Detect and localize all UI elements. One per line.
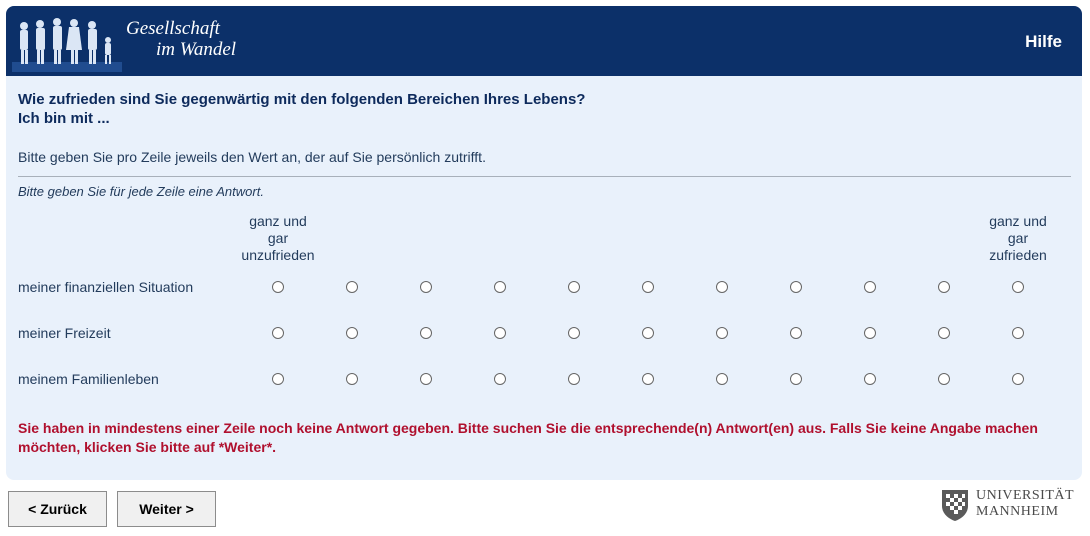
anchor-left-line-1: ganz und — [249, 213, 307, 229]
university-logo: UNIVERSITÄT MANNHEIM — [938, 486, 1074, 522]
scale-anchor-right: ganz und gar zufrieden — [973, 213, 1063, 264]
university-line-1: UNIVERSITÄT — [976, 488, 1075, 503]
rating-radio-row2-option1[interactable] — [346, 327, 358, 339]
rating-radio-row1-option0[interactable] — [272, 281, 284, 293]
scale-anchor-left: ganz und gar unzufrieden — [233, 213, 323, 264]
next-button[interactable]: Weiter > — [117, 491, 216, 527]
question-title-line-1: Wie zufrieden sind Sie gegenwärtig mit d… — [18, 91, 586, 108]
rating-radio-row2-option3[interactable] — [494, 327, 506, 339]
question-title: Wie zufrieden sind Sie gegenwärtig mit d… — [18, 90, 585, 128]
rating-radio-row3-option6[interactable] — [716, 373, 728, 385]
rating-radio-row3-option0[interactable] — [272, 373, 284, 385]
header-bar: Gesellschaft im Wandel Hilfe — [6, 6, 1082, 76]
rating-radio-row1-option7[interactable] — [790, 281, 802, 293]
survey-panel: Gesellschaft im Wandel Hilfe Wie zufried… — [6, 6, 1082, 480]
rating-radio-row1-option9[interactable] — [938, 281, 950, 293]
rating-radio-row1-option3[interactable] — [494, 281, 506, 293]
rating-radio-row2-option8[interactable] — [864, 327, 876, 339]
rating-radio-row1-option1[interactable] — [346, 281, 358, 293]
rating-radio-row3-option2[interactable] — [420, 373, 432, 385]
rating-radio-row2-option2[interactable] — [420, 327, 432, 339]
rating-radio-row3-option4[interactable] — [568, 373, 580, 385]
rating-radio-row3-option10[interactable] — [1012, 373, 1024, 385]
answer-instruction: Bitte geben Sie für jede Zeile eine Antw… — [18, 184, 264, 199]
brand-line-2: im Wandel — [156, 39, 237, 60]
university-name: UNIVERSITÄT MANNHEIM — [976, 488, 1074, 520]
anchor-right-line-1: ganz und — [989, 213, 1047, 229]
validation-error-message: Sie haben in mindestens einer Zeile noch… — [18, 420, 1038, 455]
anchor-right-line-3: zufrieden — [989, 247, 1047, 263]
rating-radio-row2-option0[interactable] — [272, 327, 284, 339]
row-label-family: meinem Familienleben — [18, 371, 159, 387]
rating-radio-row3-option8[interactable] — [864, 373, 876, 385]
rating-radio-row1-option5[interactable] — [642, 281, 654, 293]
university-crest-icon — [942, 490, 968, 521]
anchor-left-line-2: gar — [267, 230, 289, 246]
question-instruction: Bitte geben Sie pro Zeile jeweils den We… — [18, 149, 486, 165]
rating-radio-row1-option2[interactable] — [420, 281, 432, 293]
rating-radio-row1-option8[interactable] — [864, 281, 876, 293]
rating-radio-row1-option6[interactable] — [716, 281, 728, 293]
university-line-2: MANNHEIM — [976, 504, 1059, 519]
rating-radio-row3-option9[interactable] — [938, 373, 950, 385]
row-label-financial: meiner finanziellen Situation — [18, 279, 194, 295]
rating-radio-row2-option5[interactable] — [642, 327, 654, 339]
anchor-left-line-3: unzufrieden — [241, 247, 315, 263]
rating-radio-row3-option7[interactable] — [790, 373, 802, 385]
people-silhouettes-logo — [12, 18, 122, 72]
rating-radio-row2-option10[interactable] — [1012, 327, 1024, 339]
anchor-right-line-2: gar — [1007, 230, 1029, 246]
row-label-leisure: meiner Freizeit — [18, 325, 111, 341]
divider — [18, 176, 1071, 177]
rating-radio-row3-option3[interactable] — [494, 373, 506, 385]
brand-wordmark: Gesellschaft im Wandel — [126, 18, 236, 60]
rating-radio-row3-option1[interactable] — [346, 373, 358, 385]
brand-line-1: Gesellschaft — [126, 18, 220, 39]
rating-radio-row1-option4[interactable] — [568, 281, 580, 293]
rating-radio-row2-option4[interactable] — [568, 327, 580, 339]
rating-radio-row2-option7[interactable] — [790, 327, 802, 339]
help-link[interactable]: Hilfe — [1025, 32, 1062, 52]
rating-radio-row1-option10[interactable] — [1012, 281, 1024, 293]
rating-radio-row3-option5[interactable] — [642, 373, 654, 385]
back-button[interactable]: < Zurück — [8, 491, 107, 527]
rating-radio-row2-option9[interactable] — [938, 327, 950, 339]
question-title-line-2: Ich bin mit ... — [18, 110, 110, 127]
rating-radio-row2-option6[interactable] — [716, 327, 728, 339]
